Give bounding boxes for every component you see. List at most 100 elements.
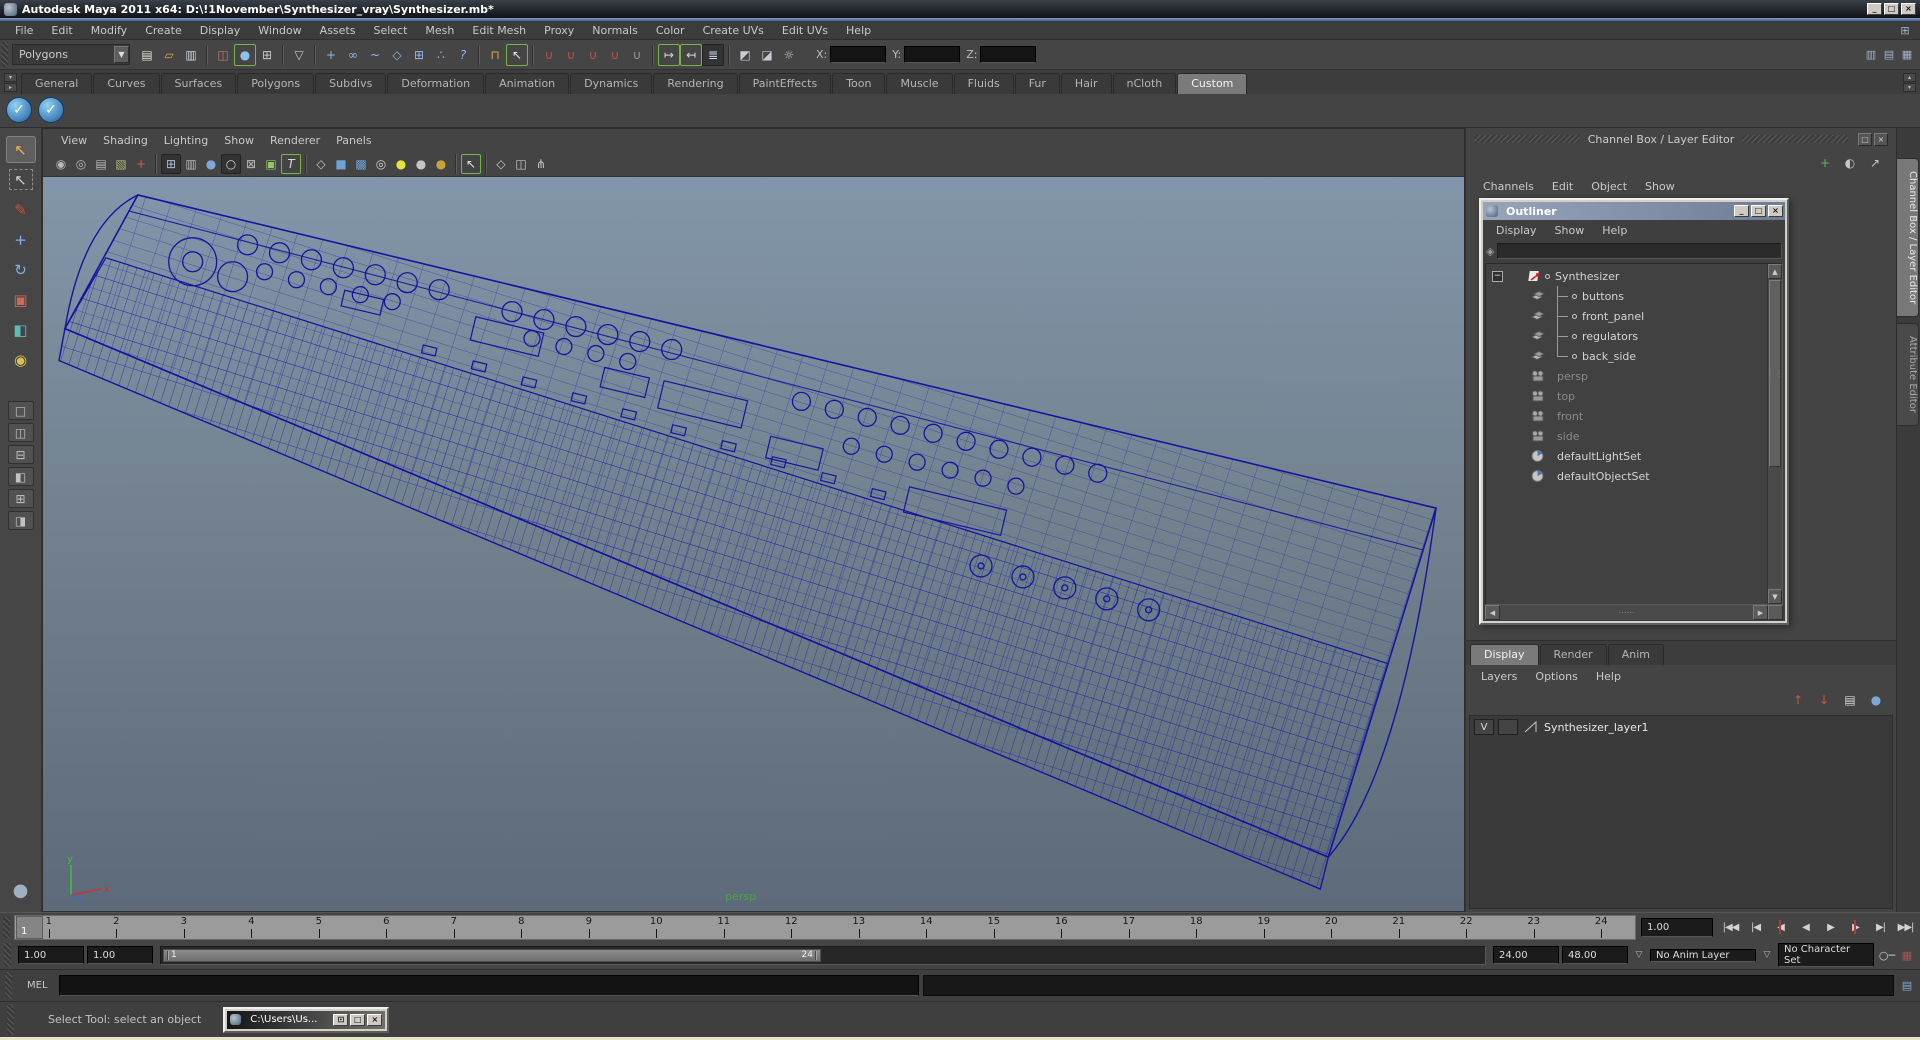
viewport-icon[interactable]: + (131, 154, 151, 174)
viewport-icon[interactable] (305, 153, 307, 174)
statusline-icon[interactable]: ⊓ (484, 44, 506, 66)
coordinate-input[interactable] (980, 46, 1037, 63)
statusline-icon[interactable] (728, 44, 730, 65)
minimized-window-button[interactable]: ⊡ (333, 1013, 349, 1026)
chevron-down-icon[interactable]: ▽ (1759, 947, 1775, 963)
toolbox-tool[interactable]: ◧ (6, 316, 36, 343)
expander-icon[interactable]: − (1492, 270, 1503, 282)
viewport-icon[interactable] (155, 153, 157, 174)
range-slider-icon[interactable]: ▦ (1897, 946, 1917, 964)
statusline-icon[interactable] (478, 44, 480, 65)
outliner-window-button[interactable]: _ (1734, 205, 1749, 217)
channel-box-menu-item[interactable]: Edit (1543, 178, 1582, 195)
dock-button[interactable]: □ (1858, 132, 1872, 146)
shelf-tab[interactable]: Subdivs (315, 72, 387, 94)
viewport-menu-item[interactable]: Show (216, 132, 262, 149)
dock-header[interactable]: Channel Box / Layer Editor □ × (1466, 128, 1896, 150)
viewport-icon[interactable]: ◇ (491, 154, 511, 174)
frame-tick[interactable]: 15 (960, 916, 1028, 939)
statusline-icon[interactable]: ◩ (734, 44, 756, 66)
script-editor-icon[interactable]: ▤ (1898, 978, 1916, 994)
statusline-icon[interactable]: ☼ (778, 44, 800, 66)
pane-layout-button[interactable]: ◫ (7, 423, 34, 442)
viewport-menu-item[interactable]: Renderer (262, 132, 328, 149)
layer-editor-menu-item[interactable]: Options (1526, 668, 1586, 685)
frame-tick[interactable]: 10 (623, 916, 691, 939)
statusline-icon[interactable]: ∪ (626, 44, 648, 66)
layer-editor-icon[interactable]: ↓ (1814, 691, 1834, 709)
viewport-icon[interactable]: ⋔ (531, 154, 551, 174)
outliner-item[interactable]: − front (1486, 406, 1767, 426)
shelf-tab[interactable]: Muscle (886, 72, 953, 94)
statusline-icon[interactable]: + (320, 44, 342, 66)
outliner-item-label[interactable]: defaultLightSet (1557, 450, 1641, 463)
scroll-down-icon[interactable]: ▼ (1768, 589, 1782, 604)
shelf-tab[interactable]: Fur (1014, 72, 1060, 94)
layer-visibility-toggle[interactable]: V (1474, 719, 1494, 735)
shelf-tab[interactable]: Surfaces (160, 72, 237, 94)
transport-button[interactable]: |◀◀ (1718, 917, 1743, 937)
viewport-icon[interactable]: ■ (331, 154, 351, 174)
outliner-item[interactable]: − regulators (1486, 326, 1767, 346)
viewport-icon[interactable]: ▧ (111, 154, 131, 174)
menu-item[interactable]: Assets (311, 22, 365, 39)
viewport-icon[interactable]: ● (391, 154, 411, 174)
viewport-icon[interactable] (455, 153, 457, 174)
layer-editor-menu-item[interactable]: Layers (1472, 668, 1526, 685)
viewport-icon[interactable]: ▩ (351, 154, 371, 174)
outliner-item-label[interactable]: defaultObjectSet (1557, 470, 1650, 483)
statusline-icon[interactable]: ▤ (136, 44, 158, 66)
viewport-menu-item[interactable]: Shading (95, 132, 156, 149)
statusline-icon[interactable]: ∪ (560, 44, 582, 66)
frame-tick[interactable]: 23 (1500, 916, 1568, 939)
viewport-icon[interactable]: ⊞ (161, 153, 181, 174)
layer-editor-menu-item[interactable]: Help (1587, 668, 1630, 685)
layer-name[interactable]: Synthesizer_layer1 (1544, 721, 1648, 734)
frame-tick[interactable]: 12 (758, 916, 826, 939)
dock-toggle-icon[interactable]: ▥ (1862, 47, 1880, 63)
shelf-tab[interactable]: Hair (1060, 72, 1112, 94)
outliner-item[interactable]: − front_panel (1486, 306, 1767, 326)
frame-tick[interactable]: 18 (1163, 916, 1231, 939)
toolbox-tool[interactable]: ▣ (6, 286, 36, 313)
shelf-tab-menu-icon[interactable]: ▾ (4, 72, 17, 82)
toolbar-grip[interactable] (3, 916, 10, 938)
shelf-tab[interactable]: Rendering (653, 72, 738, 94)
playback-end-field[interactable]: 24.00 (1493, 946, 1559, 964)
minimized-window-button[interactable]: □ (350, 1013, 366, 1026)
frame-ruler[interactable]: 1 1 2 3 4 5 6 7 8 9 10 11 12 13 14 15 16 17 18 19 20 21 22 23 2… (14, 914, 1636, 940)
command-output[interactable] (922, 975, 1894, 996)
menu-item[interactable]: Display (191, 22, 250, 39)
toolbox-tool[interactable]: ◉ (6, 346, 36, 373)
statusline-icon[interactable]: ∞ (342, 44, 364, 66)
statusline-icon[interactable]: ~ (364, 44, 386, 66)
shelf-tab[interactable]: Custom (1177, 72, 1248, 94)
statusline-icon[interactable]: ∪ (582, 44, 604, 66)
menu-item[interactable]: Color (647, 22, 694, 39)
viewport-icon[interactable]: ▤ (91, 154, 111, 174)
pane-layout-button[interactable]: ◨ (7, 511, 34, 530)
frame-tick[interactable]: 9 (555, 916, 623, 939)
toolbox-tool[interactable]: ↻ (6, 256, 36, 283)
character-set-dropdown[interactable]: No Character Set (1778, 943, 1874, 967)
viewport-icon[interactable]: ⊠ (241, 154, 261, 174)
shelf-tab[interactable]: nCloth (1112, 72, 1177, 94)
outliner-item[interactable]: − top (1486, 386, 1767, 406)
outliner-menu-item[interactable]: Show (1546, 222, 1594, 239)
toolbar-grip[interactable] (1, 42, 8, 67)
viewport-icon[interactable]: ◇ (311, 154, 331, 174)
scrollbar-thumb[interactable]: ⋮⋮ (1766, 280, 1783, 467)
animation-end-field[interactable]: 48.00 (1562, 946, 1628, 964)
shelf-tab[interactable]: PaintEffects (738, 72, 832, 94)
dock-toggle-icon[interactable]: ▤ (1880, 47, 1898, 63)
outliner-menu-item[interactable]: Help (1593, 222, 1636, 239)
statusline-icon[interactable]: ↖ (506, 44, 528, 66)
layer-display-type-box[interactable] (1498, 719, 1518, 735)
selection-mode-dropdown[interactable]: Polygons ▼ (12, 44, 130, 65)
scroll-up-icon[interactable]: ▲ (1768, 264, 1782, 279)
menu-item[interactable]: Select (364, 22, 416, 39)
scroll-left-icon[interactable]: ◀ (1485, 605, 1500, 620)
statusline-icon[interactable]: ? (452, 44, 474, 66)
range-slider-icon[interactable]: ○─ (1877, 946, 1897, 964)
shelf-item-button[interactable]: ✓ (38, 97, 64, 124)
